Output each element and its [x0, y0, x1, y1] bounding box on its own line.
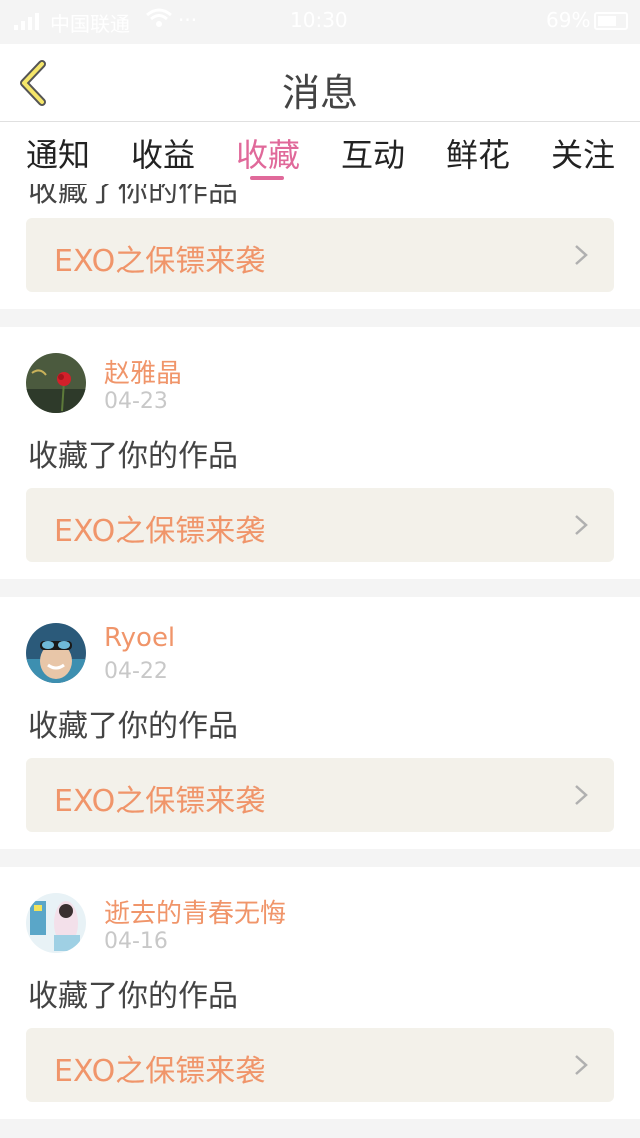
signal-icon — [14, 12, 39, 30]
work-title: EXO之保镖来袭 — [54, 1054, 266, 1089]
date: 04-23 — [104, 389, 168, 414]
tab-interactions[interactable]: 互动 — [341, 130, 405, 176]
battery-level: 69% — [546, 8, 591, 32]
chevron-right-icon — [575, 245, 588, 265]
work-title: EXO之保镖来袭 — [54, 784, 266, 819]
action-text: 收藏了你的作品 — [28, 439, 238, 474]
username[interactable]: Ryoel — [104, 623, 175, 653]
action-text: 收藏了你的作品 — [28, 709, 238, 744]
username[interactable]: 赵雅晶 — [104, 353, 182, 390]
avatar[interactable] — [26, 623, 86, 683]
work-title: EXO之保镖来袭 — [54, 244, 266, 279]
tab-notifications[interactable]: 通知 — [26, 130, 90, 176]
chevron-right-icon — [575, 1055, 588, 1075]
tab-earnings[interactable]: 收益 — [131, 130, 195, 176]
date: 04-22 — [104, 659, 168, 684]
username[interactable]: 逝去的青春无悔 — [104, 893, 286, 930]
date: 04-16 — [104, 929, 168, 954]
work-link[interactable]: EXO之保镖来袭 — [26, 218, 614, 292]
chevron-right-icon — [575, 785, 588, 805]
tab-favorites[interactable]: 收藏 — [236, 130, 300, 176]
work-link[interactable]: EXO之保镖来袭 — [26, 758, 614, 832]
active-tab-indicator — [250, 176, 284, 180]
work-title: EXO之保镖来袭 — [54, 514, 266, 549]
carrier-name: 中国联通 — [50, 12, 130, 36]
action-text: 收藏了你的作品 — [28, 979, 238, 1014]
wifi-icon — [146, 8, 172, 33]
list-item: Ryoel 04-22 收藏了你的作品 EXO之保镖来袭 — [0, 597, 640, 849]
avatar[interactable] — [26, 353, 86, 413]
tab-bar: 通知 收益 收藏 互动 鲜花 关注 — [0, 122, 640, 184]
nav-header: 消息 — [0, 44, 640, 122]
page-title: 消息 — [281, 71, 358, 115]
work-link[interactable]: EXO之保镖来袭 — [26, 488, 614, 562]
list-item: 赵雅晶 04-23 收藏了你的作品 EXO之保镖来袭 — [0, 327, 640, 579]
chevron-right-icon — [575, 515, 588, 535]
list-item: 收藏了你的作品 EXO之保镖来袭 — [0, 184, 640, 309]
tab-flowers[interactable]: 鲜花 — [446, 130, 510, 176]
work-link[interactable]: EXO之保镖来袭 — [26, 1028, 614, 1102]
battery-icon — [594, 12, 628, 30]
message-list: 收藏了你的作品 EXO之保镖来袭 赵雅晶 04-23 收藏了你的作品 EXO之保… — [0, 184, 640, 1138]
list-item: 逝去的青春无悔 04-16 收藏了你的作品 EXO之保镖来袭 — [0, 867, 640, 1119]
avatar[interactable] — [26, 893, 86, 953]
status-dots: ··· — [178, 8, 198, 32]
clock: 10:30 — [290, 8, 348, 32]
status-bar: 中国联通 ··· 10:30 69% — [0, 0, 640, 44]
tab-follows[interactable]: 关注 — [551, 130, 615, 176]
action-text: 收藏了你的作品 — [28, 184, 238, 209]
